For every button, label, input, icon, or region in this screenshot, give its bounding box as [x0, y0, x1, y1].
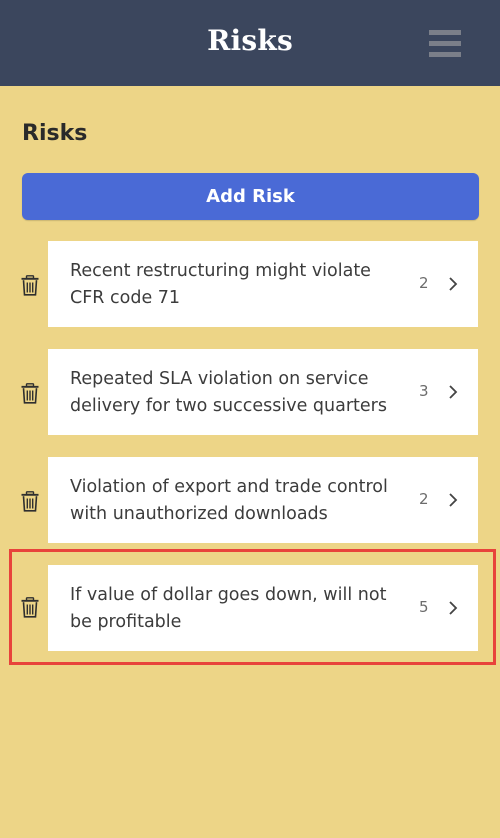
- risk-row: If value of dollar goes down, will not b…: [0, 565, 500, 652]
- risk-row: Recent restructuring might violate CFR c…: [0, 241, 500, 328]
- add-risk-button[interactable]: Add Risk: [22, 173, 479, 220]
- risk-row: Repeated SLA violation on service delive…: [0, 349, 500, 436]
- chevron-right-icon: [448, 600, 458, 616]
- menu-bar: [429, 30, 461, 35]
- trash-icon[interactable]: [21, 597, 39, 618]
- trash-icon[interactable]: [21, 383, 39, 404]
- risk-item[interactable]: Recent restructuring might violate CFR c…: [48, 241, 478, 327]
- risk-item[interactable]: Repeated SLA violation on service delive…: [48, 349, 478, 435]
- trash-icon[interactable]: [21, 491, 39, 512]
- chevron-right-icon: [448, 492, 458, 508]
- risk-title: Recent restructuring might violate CFR c…: [70, 261, 371, 308]
- page-title: Risks: [22, 121, 88, 146]
- risk-count: 5: [419, 598, 429, 616]
- risk-title: If value of dollar goes down, will not b…: [70, 585, 387, 632]
- menu-bar: [429, 41, 461, 46]
- app-header: Risks: [0, 0, 500, 86]
- risk-item[interactable]: Violation of export and trade control wi…: [48, 457, 478, 543]
- app-title: Risks: [207, 24, 293, 57]
- trash-icon[interactable]: [21, 275, 39, 296]
- risk-row: Violation of export and trade control wi…: [0, 457, 500, 544]
- risk-count: 3: [419, 382, 429, 400]
- menu-bar: [429, 52, 461, 57]
- risk-title: Repeated SLA violation on service delive…: [70, 369, 387, 416]
- chevron-right-icon: [448, 276, 458, 292]
- chevron-right-icon: [448, 384, 458, 400]
- risk-item[interactable]: If value of dollar goes down, will not b…: [48, 565, 478, 651]
- risk-count: 2: [419, 490, 429, 508]
- risk-title: Violation of export and trade control wi…: [70, 477, 388, 524]
- hamburger-menu-icon[interactable]: [429, 30, 461, 57]
- risk-count: 2: [419, 274, 429, 292]
